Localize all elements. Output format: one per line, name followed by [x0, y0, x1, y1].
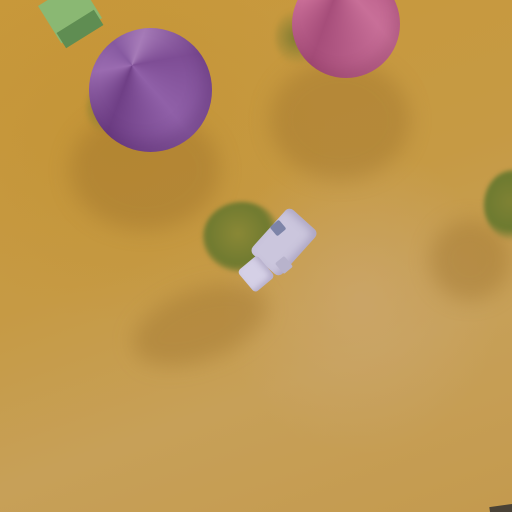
- game-viewport[interactable]: [0, 0, 512, 512]
- dark-corner-object: [489, 502, 512, 512]
- purple-cone: [89, 28, 212, 152]
- cone-shadow: [270, 60, 410, 180]
